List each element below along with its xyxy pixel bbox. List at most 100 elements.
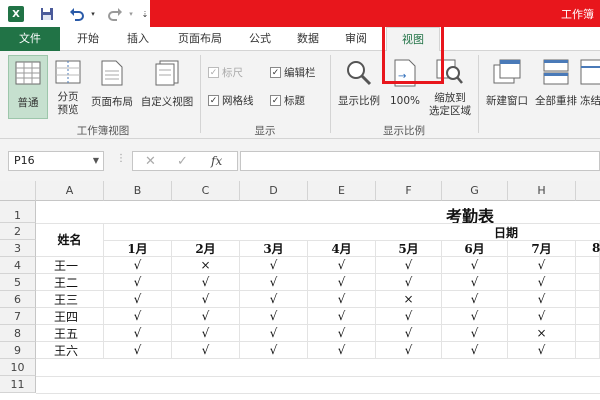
arrange-all-button[interactable]: 全部重排 bbox=[534, 55, 578, 119]
attendance-mark-cell[interactable]: √ bbox=[376, 308, 442, 325]
custom-views-button[interactable]: 自定义视图 bbox=[138, 55, 196, 119]
empty-cell[interactable] bbox=[576, 274, 600, 291]
customize-qat-icon[interactable]: ⇣ bbox=[140, 5, 150, 23]
attendance-mark-cell[interactable]: √ bbox=[442, 257, 508, 274]
row-header[interactable]: 11 bbox=[0, 376, 36, 393]
attendance-mark-cell[interactable]: √ bbox=[172, 274, 240, 291]
zoom-button[interactable]: 显示比例 bbox=[334, 55, 384, 119]
month-header-cell[interactable]: 5月 bbox=[376, 240, 442, 257]
attendance-mark-cell[interactable]: √ bbox=[104, 342, 172, 359]
attendance-mark-cell[interactable]: √ bbox=[240, 274, 308, 291]
attendance-mark-cell[interactable]: √ bbox=[442, 291, 508, 308]
attendance-mark-cell[interactable]: √ bbox=[442, 325, 508, 342]
empty-cell[interactable] bbox=[576, 257, 600, 274]
enter-icon[interactable]: ✓ bbox=[177, 154, 188, 169]
attendance-mark-cell[interactable]: √ bbox=[508, 308, 576, 325]
freeze-panes-button[interactable]: 冻结 bbox=[580, 55, 600, 119]
tab-view[interactable]: 视图 bbox=[386, 27, 440, 51]
attendance-mark-cell[interactable]: √ bbox=[376, 257, 442, 274]
attendance-mark-cell[interactable]: √ bbox=[376, 274, 442, 291]
employee-name-cell[interactable]: 王四 bbox=[36, 308, 104, 325]
row-header[interactable]: 5 bbox=[0, 274, 36, 291]
attendance-mark-cell[interactable]: √ bbox=[240, 257, 308, 274]
row-header[interactable]: 9 bbox=[0, 342, 36, 359]
employee-name-cell[interactable]: 王三 bbox=[36, 291, 104, 308]
attendance-mark-cell[interactable]: √ bbox=[308, 308, 376, 325]
attendance-mark-cell[interactable]: √ bbox=[508, 257, 576, 274]
attendance-mark-cell[interactable]: √ bbox=[442, 308, 508, 325]
attendance-mark-cell[interactable]: √ bbox=[508, 274, 576, 291]
row-header[interactable]: 7 bbox=[0, 308, 36, 325]
attendance-mark-cell[interactable]: √ bbox=[104, 308, 172, 325]
tab-insert[interactable]: 插入 bbox=[116, 27, 160, 51]
month-header-cell[interactable]: 7月 bbox=[508, 240, 576, 257]
redo-icon[interactable] bbox=[104, 5, 126, 23]
row-header[interactable]: 6 bbox=[0, 291, 36, 308]
page-break-preview-button[interactable]: 分页 预览 bbox=[50, 55, 86, 119]
row-header[interactable]: 2 bbox=[0, 223, 36, 240]
splitter-icon[interactable]: ⋮ bbox=[116, 153, 126, 164]
cancel-icon[interactable]: ✕ bbox=[145, 154, 156, 169]
redo-dropdown-icon[interactable]: ▾ bbox=[126, 5, 136, 23]
headings-checkbox[interactable]: ✓ 标题 bbox=[270, 93, 305, 108]
empty-cell[interactable] bbox=[576, 325, 600, 342]
attendance-mark-cell[interactable]: × bbox=[508, 325, 576, 342]
employee-name-cell[interactable]: 王六 bbox=[36, 342, 104, 359]
save-icon[interactable] bbox=[38, 5, 56, 23]
attendance-mark-cell[interactable]: √ bbox=[104, 257, 172, 274]
attendance-mark-cell[interactable]: √ bbox=[308, 291, 376, 308]
column-header-h[interactable]: H bbox=[508, 181, 576, 201]
attendance-mark-cell[interactable]: √ bbox=[442, 342, 508, 359]
zoom-to-selection-button[interactable]: 缩放到 选定区域 bbox=[424, 55, 476, 119]
column-header-c[interactable]: C bbox=[172, 181, 240, 201]
attendance-mark-cell[interactable]: √ bbox=[104, 274, 172, 291]
zoom-100-button[interactable]: → 100% bbox=[386, 55, 424, 119]
undo-icon[interactable] bbox=[66, 5, 88, 23]
employee-name-cell[interactable]: 王一 bbox=[36, 257, 104, 274]
tab-file[interactable]: 文件 bbox=[0, 27, 60, 51]
select-all-corner[interactable] bbox=[0, 181, 36, 201]
attendance-mark-cell[interactable]: √ bbox=[308, 342, 376, 359]
attendance-mark-cell[interactable]: √ bbox=[172, 308, 240, 325]
attendance-mark-cell[interactable]: √ bbox=[172, 291, 240, 308]
undo-dropdown-icon[interactable]: ▾ bbox=[88, 5, 98, 23]
new-window-button[interactable]: 新建窗口 bbox=[482, 55, 532, 119]
attendance-mark-cell[interactable]: √ bbox=[172, 342, 240, 359]
month-header-cell[interactable]: 4月 bbox=[308, 240, 376, 257]
normal-view-button[interactable]: 普通 bbox=[8, 55, 48, 119]
month-header-cell[interactable]: 2月 bbox=[172, 240, 240, 257]
column-header-a[interactable]: A bbox=[36, 181, 104, 201]
attendance-mark-cell[interactable]: √ bbox=[172, 325, 240, 342]
name-box[interactable]: P16 ▼ bbox=[8, 151, 104, 171]
attendance-mark-cell[interactable]: √ bbox=[442, 274, 508, 291]
attendance-mark-cell[interactable]: √ bbox=[240, 291, 308, 308]
attendance-mark-cell[interactable]: √ bbox=[104, 325, 172, 342]
attendance-mark-cell[interactable]: √ bbox=[376, 325, 442, 342]
gridlines-checkbox[interactable]: ✓ 网格线 bbox=[208, 93, 254, 108]
month-header-cell[interactable]: 1月 bbox=[104, 240, 172, 257]
column-header-i[interactable] bbox=[576, 181, 600, 201]
column-header-g[interactable]: G bbox=[442, 181, 508, 201]
employee-name-cell[interactable]: 王二 bbox=[36, 274, 104, 291]
attendance-mark-cell[interactable]: √ bbox=[308, 257, 376, 274]
attendance-mark-cell[interactable]: × bbox=[172, 257, 240, 274]
empty-cell[interactable] bbox=[576, 308, 600, 325]
page-layout-view-button[interactable]: 页面布局 bbox=[88, 55, 136, 119]
attendance-mark-cell[interactable]: √ bbox=[240, 342, 308, 359]
insert-function-icon[interactable]: fx bbox=[211, 154, 222, 168]
column-header-f[interactable]: F bbox=[376, 181, 442, 201]
column-header-d[interactable]: D bbox=[240, 181, 308, 201]
formula-bar-checkbox[interactable]: ✓ 编辑栏 bbox=[270, 65, 316, 80]
column-header-b[interactable]: B bbox=[104, 181, 172, 201]
tab-formulas[interactable]: 公式 bbox=[238, 27, 282, 51]
attendance-mark-cell[interactable]: √ bbox=[308, 325, 376, 342]
attendance-mark-cell[interactable]: √ bbox=[308, 274, 376, 291]
month-header-cell-partial[interactable]: 8 bbox=[576, 240, 600, 257]
row-header[interactable]: 1 bbox=[0, 201, 36, 223]
attendance-mark-cell[interactable]: √ bbox=[508, 342, 576, 359]
attendance-mark-cell[interactable]: × bbox=[376, 291, 442, 308]
empty-cell[interactable] bbox=[576, 291, 600, 308]
month-header-cell[interactable]: 3月 bbox=[240, 240, 308, 257]
row-header[interactable]: 3 bbox=[0, 240, 36, 257]
column-header-e[interactable]: E bbox=[308, 181, 376, 201]
